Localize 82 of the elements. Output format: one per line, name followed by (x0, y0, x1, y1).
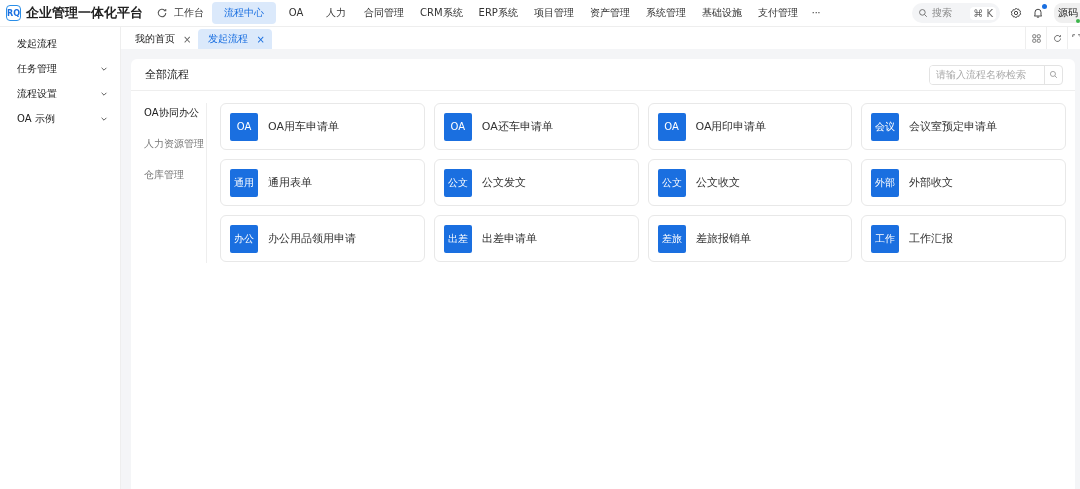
process-name: 工作汇报 (909, 231, 954, 246)
shortcut-hint: ⌘ K (970, 6, 996, 20)
process-badge: 差旅 (657, 224, 686, 253)
process-badge: OA (657, 112, 686, 141)
close-tab-button[interactable]: × (183, 33, 192, 45)
page-tab[interactable]: 发起流程 × (198, 29, 272, 49)
process-name: 公文发文 (481, 175, 526, 190)
panel-title: 全部流程 (145, 67, 189, 82)
nav-item[interactable]: 人力 (316, 2, 356, 24)
nav-item[interactable]: 合同管理 (356, 2, 412, 24)
process-card[interactable]: 公文 公文收文 (647, 159, 853, 206)
sidebar-label: 发起流程 (17, 36, 57, 51)
process-badge: 通用 (230, 168, 258, 197)
grid-icon (1031, 33, 1041, 43)
process-card[interactable]: 办公 办公用品领用申请 (220, 215, 425, 262)
search-placeholder: 搜索 (932, 6, 952, 20)
process-badge: OA (443, 112, 472, 141)
refresh-icon[interactable] (155, 7, 168, 19)
nav-item[interactable]: 资产管理 (581, 2, 638, 24)
process-name: 差旅报销单 (695, 231, 751, 246)
process-card[interactable]: 外部 外部收文 (861, 159, 1066, 206)
search-icon (918, 8, 928, 18)
process-badge: 出差 (443, 224, 472, 253)
sidebar-item[interactable]: OA 示例 (0, 106, 120, 131)
tab-label: 我的首页 (135, 32, 175, 46)
fullscreen-button[interactable] (1067, 27, 1080, 49)
nav-item[interactable]: 工作台 (166, 2, 212, 24)
user-avatar[interactable]: 源码 (1054, 3, 1080, 23)
process-name: OA还车申请单 (481, 119, 553, 134)
process-name: 会议室预定申请单 (909, 119, 998, 134)
category-item[interactable]: OA协同办公 (131, 103, 206, 134)
process-badge: 外部 (871, 168, 900, 197)
sidebar-item[interactable]: 流程设置 (0, 81, 120, 106)
process-card[interactable]: 通用 通用表单 (220, 159, 425, 206)
process-name: OA用车申请单 (268, 119, 339, 134)
process-card[interactable]: 工作 工作汇报 (861, 215, 1066, 262)
process-badge: 公文 (657, 168, 686, 197)
process-badge: 公文 (443, 168, 472, 197)
nav-item[interactable]: OA (276, 2, 316, 24)
process-card[interactable]: OA OA用印申请单 (647, 103, 853, 150)
category-item[interactable]: 人力资源管理 (131, 134, 206, 165)
process-name: OA用印申请单 (695, 119, 767, 134)
nav-item[interactable]: CRM系统 (412, 2, 471, 24)
more-menu[interactable]: ··· (811, 8, 821, 18)
process-name: 办公用品领用申请 (268, 231, 356, 246)
process-card[interactable]: 会议 会议室预定申请单 (861, 103, 1066, 150)
search-field[interactable]: 搜索 ⌘ K (912, 3, 1000, 23)
process-badge: 办公 (230, 224, 258, 253)
nav-item[interactable]: 支付管理 (749, 2, 806, 24)
nav-item[interactable]: 系统管理 (637, 2, 694, 24)
nav-item[interactable]: ERP系统 (470, 2, 526, 24)
process-badge: 工作 (871, 224, 900, 253)
tab-label: 发起流程 (208, 32, 249, 46)
process-card[interactable]: 出差 出差申请单 (433, 215, 639, 262)
app-title: 企业管理一体化平台 (25, 4, 143, 22)
process-name: 出差申请单 (481, 231, 537, 246)
settings-icon[interactable] (1010, 7, 1022, 19)
notification-bell-icon[interactable] (1032, 7, 1044, 19)
nav-item[interactable]: 基础设施 (693, 2, 750, 24)
sidebar-item[interactable]: 任务管理 (0, 56, 120, 81)
category-item[interactable]: 仓库管理 (131, 165, 206, 196)
process-badge: OA (230, 112, 258, 141)
process-card[interactable]: OA OA还车申请单 (433, 103, 639, 150)
process-card[interactable]: 差旅 差旅报销单 (647, 215, 853, 262)
sidebar-item[interactable]: 发起流程 (0, 31, 120, 56)
sidebar-label: OA 示例 (17, 111, 55, 126)
logo: RQ (6, 5, 21, 21)
close-tab-button[interactable]: × (256, 33, 265, 45)
process-card[interactable]: 公文 公文发文 (433, 159, 639, 206)
process-badge: 会议 (871, 112, 900, 141)
sidebar-label: 任务管理 (17, 61, 57, 76)
process-card[interactable]: OA OA用车申请单 (220, 103, 425, 150)
refresh-icon (1052, 33, 1062, 43)
nav-item[interactable]: 流程中心 (212, 2, 276, 24)
nav-item[interactable]: 项目管理 (525, 2, 582, 24)
sidebar-label: 流程设置 (17, 86, 57, 101)
process-search-field[interactable]: 请输入流程名称检索 (929, 64, 1063, 85)
process-name: 外部收文 (909, 175, 954, 190)
process-name: 公文收文 (695, 175, 740, 190)
process-name: 通用表单 (268, 175, 312, 190)
search-icon (1049, 70, 1058, 79)
page-tab[interactable]: 我的首页 × (125, 29, 199, 49)
